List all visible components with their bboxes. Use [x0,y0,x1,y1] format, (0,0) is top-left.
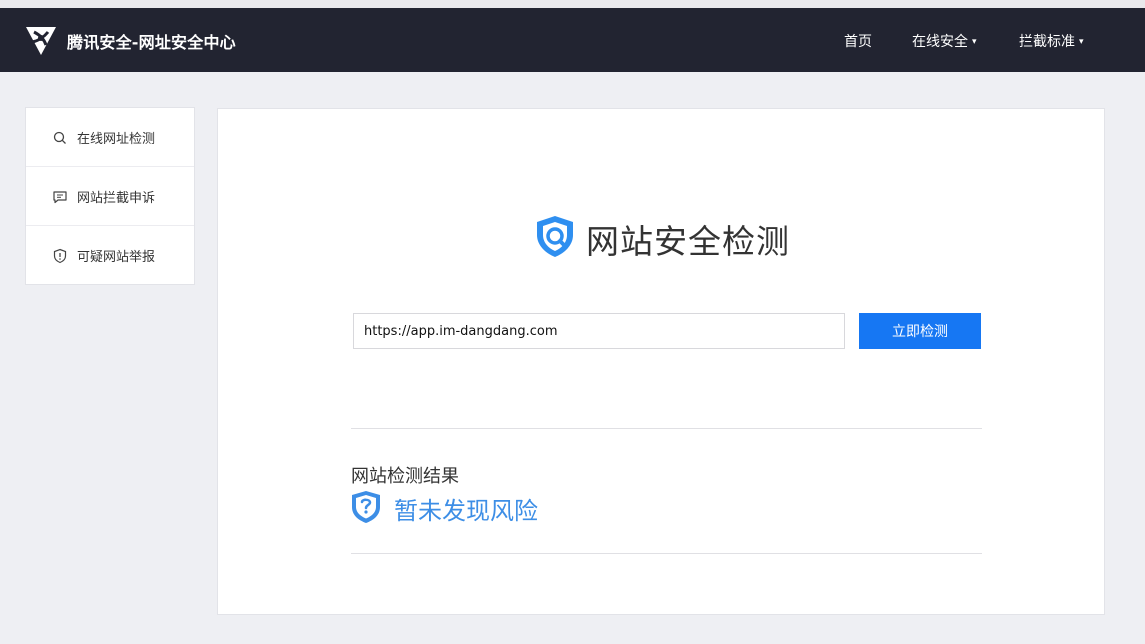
divider [351,428,982,429]
sidebar-item-label: 网站拦截申诉 [77,191,156,206]
nav-online-security[interactable]: 在线安全 ▾ [912,31,977,51]
divider [351,553,982,554]
tencent-security-logo-icon[interactable] [24,23,58,57]
nav-home-label: 首页 [844,34,872,50]
nav-block-standards-label: 拦截标准 [1019,34,1075,50]
page-title: 网站安全检测 [586,222,790,261]
message-icon [53,191,67,204]
check-now-button[interactable]: 立即检测 [859,313,981,349]
browser-top-strip [0,0,1145,8]
chevron-down-icon: ▾ [1079,37,1084,47]
sidebar-item-url-check[interactable]: 在线网址检测 [26,108,194,167]
result-status: 暂未发现风险 [394,497,538,525]
sidebar-item-report[interactable]: 可疑网站举报 [26,226,194,285]
sidebar: 在线网址检测 网站拦截申诉 可疑网站举报 [25,107,195,285]
result-title: 网站检测结果 [351,466,459,487]
nav-online-security-label: 在线安全 [912,34,968,50]
shield-alert-icon [53,248,67,264]
shield-search-icon [537,216,573,257]
url-input[interactable] [353,313,845,349]
site-brand-title[interactable]: 腾讯安全-网址安全中心 [67,29,236,53]
main-panel: 网站安全检测 立即检测 网站检测结果 暂未发现风险 [217,108,1105,615]
nav-block-standards[interactable]: 拦截标准 ▾ [1019,31,1084,51]
nav-home[interactable]: 首页 [844,31,872,51]
chevron-down-icon: ▾ [972,37,977,47]
sidebar-item-label: 可疑网站举报 [77,250,156,265]
sidebar-item-appeal[interactable]: 网站拦截申诉 [26,167,194,226]
sidebar-item-label: 在线网址检测 [77,132,156,147]
search-icon [53,131,66,144]
top-header: 腾讯安全-网址安全中心 首页 在线安全 ▾ 拦截标准 ▾ [0,8,1145,72]
shield-question-icon [352,491,380,523]
